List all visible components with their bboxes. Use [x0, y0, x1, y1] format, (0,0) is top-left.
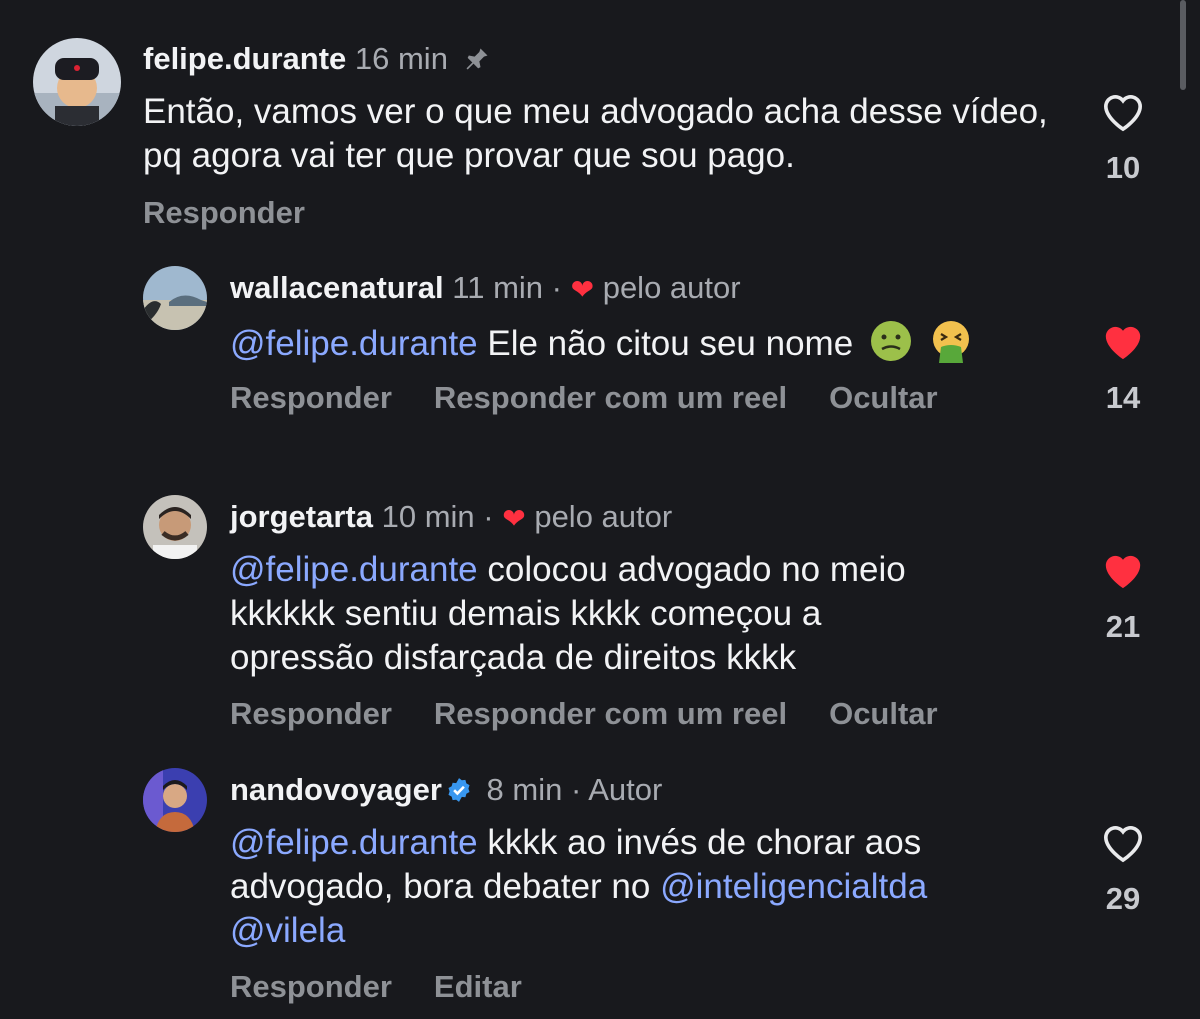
comment-header: felipe.durante 16 min — [143, 41, 491, 77]
username[interactable]: wallacenatural — [230, 270, 444, 305]
timestamp: 10 min — [381, 499, 475, 534]
reply-button[interactable]: Responder — [230, 696, 392, 731]
author-label: pelo autor — [602, 270, 741, 305]
timestamp: 16 min — [354, 41, 448, 76]
like-column: 14 — [1093, 320, 1153, 416]
edit-button[interactable]: Editar — [434, 969, 522, 1004]
comment-body: colocou advogado no meio — [487, 550, 906, 589]
comment-body: opressão disfarçada de direitos kkkk — [230, 638, 797, 677]
mention-link[interactable]: @felipe.durante — [230, 324, 478, 363]
avatar[interactable] — [143, 768, 207, 832]
comment-text: @felipe.durante kkkk ao invés de chorar … — [230, 821, 1090, 953]
like-count: 14 — [1105, 380, 1141, 415]
author-label: pelo autor — [534, 499, 673, 534]
like-column: 21 — [1093, 549, 1153, 645]
heart-outline-icon[interactable] — [1100, 821, 1146, 863]
timestamp: 11 min — [452, 270, 544, 305]
heart-icon: ❤ — [570, 274, 595, 305]
reply-button[interactable]: Responder — [230, 380, 392, 415]
avatar[interactable] — [143, 495, 207, 559]
reply-with-reel-button[interactable]: Responder com um reel — [434, 696, 787, 731]
vomiting-face-icon — [929, 319, 973, 363]
comment-body: advogado, bora debater no — [230, 867, 651, 906]
comment-actions: Responder Responder com um reel Ocultar — [230, 380, 980, 416]
verified-badge-icon — [446, 775, 472, 802]
reply-with-reel-button[interactable]: Responder com um reel — [434, 380, 787, 415]
like-count: 21 — [1105, 609, 1141, 644]
heart-outline-icon[interactable] — [1100, 90, 1146, 132]
username[interactable]: jorgetarta — [230, 499, 373, 534]
comment-actions: Responder Responder com um reel Ocultar — [230, 696, 980, 732]
comment-text: Então, vamos ver o que meu advogado acha… — [143, 92, 1048, 175]
nauseated-face-icon — [869, 319, 913, 363]
comment-header: nandovoyager 8 min · Autor — [230, 772, 662, 808]
heart-filled-icon[interactable] — [1100, 549, 1146, 591]
scrollbar[interactable] — [1180, 0, 1186, 90]
comment-actions: Responder — [143, 195, 347, 231]
like-column: 10 — [1093, 90, 1153, 186]
comment-text: @felipe.durante Ele não citou seu nome — [230, 319, 1090, 366]
comment-header: jorgetarta 10 min · ❤ pelo autor — [230, 499, 672, 537]
pin-icon — [463, 45, 491, 73]
comment-body: kkkkkk sentiu demais kkkk começou a — [230, 594, 822, 633]
separator: · — [483, 499, 494, 534]
mention-link[interactable]: @felipe.durante — [230, 550, 478, 589]
comment-text: @felipe.durante colocou advogado no meio… — [230, 548, 1090, 680]
comment-body: kkkk ao invés de chorar aos — [487, 823, 922, 862]
timestamp: 8 min — [486, 772, 563, 807]
username[interactable]: nandovoyager — [230, 772, 442, 807]
avatar[interactable] — [143, 266, 207, 330]
username[interactable]: felipe.durante — [143, 41, 346, 76]
reply-button[interactable]: Responder — [143, 195, 305, 230]
mention-link[interactable]: @inteligencialtda — [660, 867, 927, 906]
heart-filled-icon[interactable] — [1100, 320, 1146, 362]
hide-button[interactable]: Ocultar — [829, 380, 938, 415]
mention-link[interactable]: @felipe.durante — [230, 823, 478, 862]
like-count: 29 — [1105, 881, 1141, 916]
author-label: Autor — [588, 772, 663, 807]
mention-link[interactable]: @vilela — [230, 911, 345, 950]
separator: · — [551, 270, 562, 305]
comment-header: wallacenatural 11 min · ❤ pelo autor — [230, 270, 741, 308]
avatar[interactable] — [33, 38, 121, 126]
hide-button[interactable]: Ocultar — [829, 696, 938, 731]
comment-actions: Responder Editar — [230, 969, 564, 1005]
like-column: 29 — [1093, 821, 1153, 917]
heart-icon: ❤ — [502, 503, 526, 534]
comment-body: Ele não citou seu nome — [487, 324, 854, 363]
reply-button[interactable]: Responder — [230, 969, 392, 1004]
separator: · — [570, 772, 582, 807]
like-count: 10 — [1105, 150, 1141, 185]
